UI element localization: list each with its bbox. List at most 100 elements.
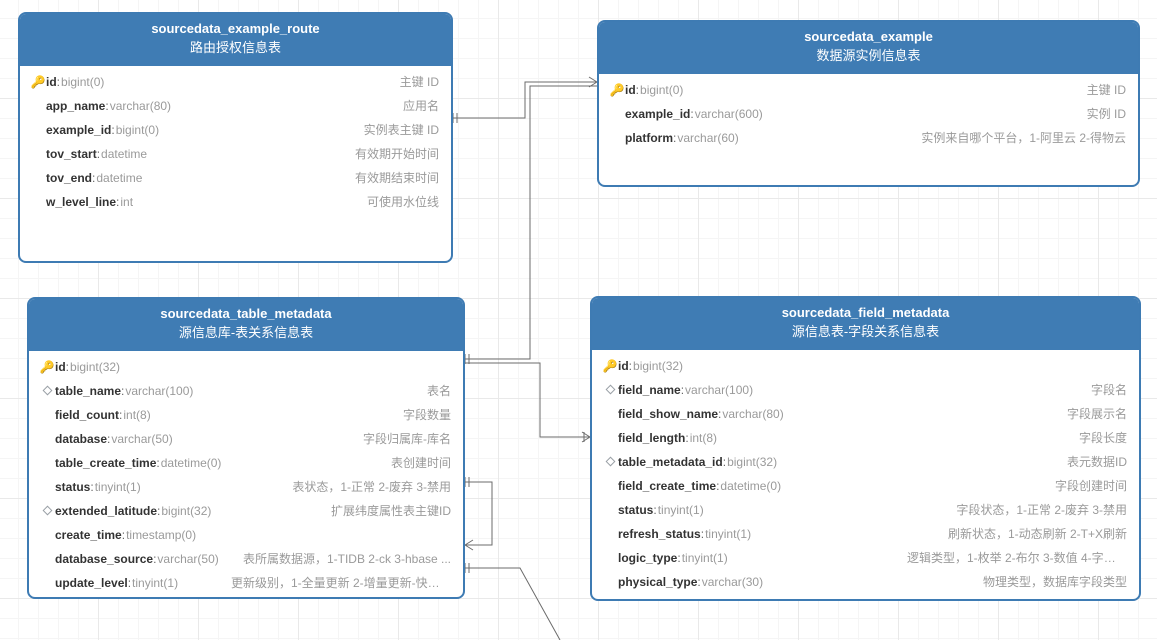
- column-comment: 字段创建时间: [1055, 477, 1127, 495]
- column-row[interactable]: field_count: int(8) 字段数量: [29, 403, 463, 427]
- table-header: sourcedata_field_metadata 源信息表-字段关系信息表: [592, 298, 1139, 350]
- column-row[interactable]: update_level: tinyint(1) 更新级别，1-全量更新 2-增…: [29, 571, 463, 595]
- column-row[interactable]: field_show_name: varchar(80) 字段展示名: [592, 402, 1139, 426]
- column-name: refresh_status: [618, 525, 701, 543]
- column-list: 🔑 id: bigint(32) field_name: varchar(100…: [592, 350, 1139, 601]
- column-name: id: [618, 357, 629, 375]
- column-name: physical_type: [618, 573, 697, 591]
- column-row[interactable]: field_length: int(8) 字段长度: [592, 426, 1139, 450]
- table-sourcedata-example[interactable]: sourcedata_example 数据源实例信息表 🔑 id: bigint…: [597, 20, 1140, 187]
- column-comment: 可使用水位线: [367, 193, 439, 211]
- primary-key-icon: 🔑: [40, 358, 55, 376]
- erd-canvas[interactable]: sourcedata_example_route 路由授权信息表 🔑 id: b…: [0, 0, 1157, 640]
- column-type: datetime(0): [161, 454, 222, 472]
- column-row[interactable]: 🔑 id: bigint(32): [592, 354, 1139, 378]
- table-name: sourcedata_table_metadata: [33, 305, 459, 324]
- column-row[interactable]: status: tinyint(1) 表状态，1-正常 2-废弃 3-禁用: [29, 475, 463, 499]
- column-comment: 字段展示名: [1067, 405, 1127, 423]
- column-row[interactable]: logic_type: tinyint(1) 逻辑类型，1-枚举 2-布尔 3-…: [592, 546, 1139, 570]
- column-type: bigint(0): [116, 121, 159, 139]
- column-row[interactable]: create_time: timestamp(0): [29, 523, 463, 547]
- column-name: field_length: [618, 429, 685, 447]
- column-comment: 表所属数据源，1-TIDB 2-ck 3-hbase ...: [243, 550, 451, 568]
- column-type: varchar(100): [125, 382, 193, 400]
- column-row[interactable]: example_id: varchar(600) 实例 ID: [599, 102, 1138, 126]
- column-type: varchar(80): [110, 97, 171, 115]
- column-name: id: [625, 81, 636, 99]
- primary-key-icon: 🔑: [31, 73, 46, 91]
- column-list: 🔑 id: bigint(0) 主键 ID app_name: varchar(…: [20, 66, 451, 224]
- column-name: create_time: [55, 526, 122, 544]
- column-row[interactable]: table_name: varchar(100) 表名: [29, 379, 463, 403]
- column-row[interactable]: tov_end: datetime 有效期结束时间: [20, 166, 451, 190]
- table-sourcedata-field-metadata[interactable]: sourcedata_field_metadata 源信息表-字段关系信息表 🔑…: [590, 296, 1141, 601]
- table-header: sourcedata_example_route 路由授权信息表: [20, 14, 451, 66]
- column-type: bigint(32): [633, 357, 683, 375]
- table-subtitle: 路由授权信息表: [24, 39, 447, 58]
- column-name: extended_latitude: [55, 502, 157, 520]
- column-list: 🔑 id: bigint(0) 主键 ID example_id: varcha…: [599, 74, 1138, 160]
- column-type: varchar(60): [677, 129, 738, 147]
- column-type: datetime: [101, 145, 147, 163]
- table-sourcedata-example-route[interactable]: sourcedata_example_route 路由授权信息表 🔑 id: b…: [18, 12, 453, 263]
- primary-key-icon: 🔑: [610, 81, 625, 99]
- column-comment: 表元数据ID: [1067, 453, 1127, 471]
- column-row[interactable]: tov_start: datetime 有效期开始时间: [20, 142, 451, 166]
- column-name: id: [46, 73, 57, 91]
- column-row[interactable]: 🔑 id: bigint(0) 主键 ID: [20, 70, 451, 94]
- column-name: field_name: [618, 381, 681, 399]
- index-diamond-icon: [42, 386, 52, 396]
- column-type: varchar(50): [111, 430, 172, 448]
- column-comment: 逻辑类型，1-枚举 2-布尔 3-数值 4-字符串 5-日期 6-区间 7-数组…: [907, 549, 1127, 567]
- column-type: varchar(50): [157, 550, 218, 568]
- column-type: tinyint(1): [705, 525, 751, 543]
- column-row[interactable]: example_id: bigint(0) 实例表主键 ID: [29, 595, 463, 599]
- column-comment: 主键 ID: [1087, 81, 1126, 99]
- column-comment: 物理类型，数据库字段类型: [983, 573, 1127, 591]
- table-sourcedata-table-metadata[interactable]: sourcedata_table_metadata 源信息库-表关系信息表 🔑 …: [27, 297, 465, 599]
- column-row[interactable]: field_name: varchar(100) 字段名: [592, 378, 1139, 402]
- column-type: int: [120, 193, 133, 211]
- column-comment: 更新级别，1-全量更新 2-增量更新-快照形式 3...: [231, 574, 451, 592]
- column-row[interactable]: database: varchar(50) 字段归属库-库名: [29, 427, 463, 451]
- column-name: field_create_time: [618, 477, 716, 495]
- column-row[interactable]: table_create_time: datetime(0) 表创建时间: [29, 451, 463, 475]
- column-type: timestamp(0): [126, 526, 196, 544]
- column-row[interactable]: 🔑 id: bigint(32): [29, 355, 463, 379]
- column-type: bigint(0): [125, 598, 168, 599]
- column-type: tinyint(1): [132, 574, 178, 592]
- column-row[interactable]: example_id: bigint(0) 实例表主键 ID: [20, 118, 451, 142]
- column-type: int(8): [123, 406, 150, 424]
- column-name: table_metadata_id: [618, 453, 723, 471]
- column-row[interactable]: table_metadata_id: bigint(32) 表元数据ID: [592, 450, 1139, 474]
- column-comment: 实例表主键 ID: [376, 598, 451, 599]
- column-row[interactable]: refresh_status: tinyint(1) 刷新状态，1-动态刷新 2…: [592, 522, 1139, 546]
- column-row[interactable]: status: tinyint(1) 字段状态，1-正常 2-废弃 3-禁用: [592, 498, 1139, 522]
- column-row[interactable]: database_source: varchar(50) 表所属数据源，1-TI…: [29, 547, 463, 571]
- column-comment: 有效期结束时间: [355, 169, 439, 187]
- column-comment: 字段归属库-库名: [363, 430, 451, 448]
- column-name: table_name: [55, 382, 121, 400]
- column-row[interactable]: app_name: varchar(80) 应用名: [20, 94, 451, 118]
- column-type: bigint(0): [640, 81, 683, 99]
- column-comment: 实例 ID: [1087, 105, 1126, 123]
- column-comment: 实例来自哪个平台，1-阿里云 2-得物云: [921, 129, 1126, 147]
- column-row[interactable]: platform: varchar(60) 实例来自哪个平台，1-阿里云 2-得…: [599, 126, 1138, 150]
- column-name: field_count: [55, 406, 119, 424]
- column-type: bigint(32): [161, 502, 211, 520]
- column-list: 🔑 id: bigint(32) table_name: varchar(100…: [29, 351, 463, 599]
- column-type: bigint(0): [61, 73, 104, 91]
- column-row[interactable]: physical_type: varchar(30) 物理类型，数据库字段类型: [592, 570, 1139, 594]
- table-subtitle: 数据源实例信息表: [603, 47, 1134, 66]
- table-name: sourcedata_example: [603, 28, 1134, 47]
- column-comment: 有效期开始时间: [355, 145, 439, 163]
- column-row[interactable]: w_level_line: int 可使用水位线: [20, 190, 451, 214]
- column-row[interactable]: field_create_time: datetime(0) 字段创建时间: [592, 474, 1139, 498]
- column-comment: 刷新状态，1-动态刷新 2-T+X刷新: [948, 525, 1127, 543]
- column-row[interactable]: extended_latitude: bigint(32) 扩展纬度属性表主键I…: [29, 499, 463, 523]
- column-type: tinyint(1): [95, 478, 141, 496]
- column-name: update_level: [55, 574, 128, 592]
- column-name: platform: [625, 129, 673, 147]
- column-name: app_name: [46, 97, 105, 115]
- column-row[interactable]: 🔑 id: bigint(0) 主键 ID: [599, 78, 1138, 102]
